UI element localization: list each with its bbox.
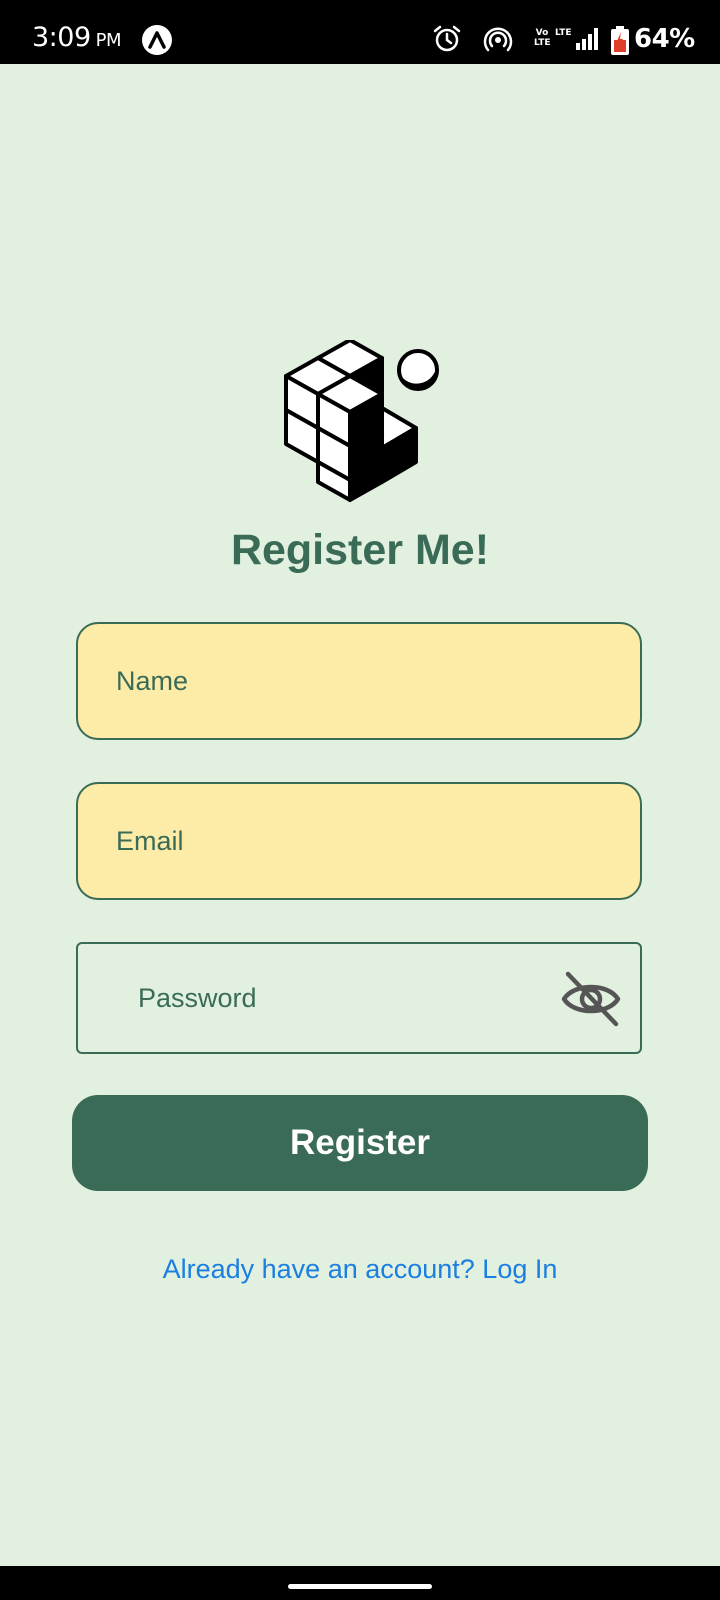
page-title: Register Me! xyxy=(230,526,490,574)
volte-indicator: Vo LTE xyxy=(534,28,551,48)
password-placeholder: Password xyxy=(138,982,257,1013)
register-button[interactable]: Register xyxy=(72,1095,648,1191)
status-bar: 3:09 PM Vo LTE LTE 64% xyxy=(0,0,720,64)
password-input[interactable]: Password xyxy=(76,942,642,1054)
battery-percent: 64% xyxy=(634,24,695,54)
name-placeholder: Name xyxy=(116,665,189,696)
lte-indicator: LTE xyxy=(555,28,572,38)
battery-charging-icon xyxy=(611,26,629,55)
status-time-value: 3:09 xyxy=(32,22,91,53)
volte-text: Vo LTE xyxy=(534,28,551,48)
eye-off-icon[interactable] xyxy=(560,970,622,1028)
login-link[interactable]: Already have an account? Log In xyxy=(0,1254,720,1285)
signal-strength-icon xyxy=(576,28,598,50)
home-indicator[interactable] xyxy=(288,1584,432,1589)
email-input[interactable]: Email xyxy=(76,782,642,900)
app-notification-icon xyxy=(142,25,172,55)
email-placeholder: Email xyxy=(116,825,184,856)
status-time-ampm: PM xyxy=(95,30,122,51)
alarm-icon xyxy=(433,25,461,52)
hotspot-icon xyxy=(483,27,513,52)
name-input[interactable]: Name xyxy=(76,622,642,740)
cube-blocks-logo xyxy=(284,340,439,502)
navigation-bar xyxy=(0,1566,720,1600)
status-time: 3:09 PM xyxy=(32,22,122,53)
